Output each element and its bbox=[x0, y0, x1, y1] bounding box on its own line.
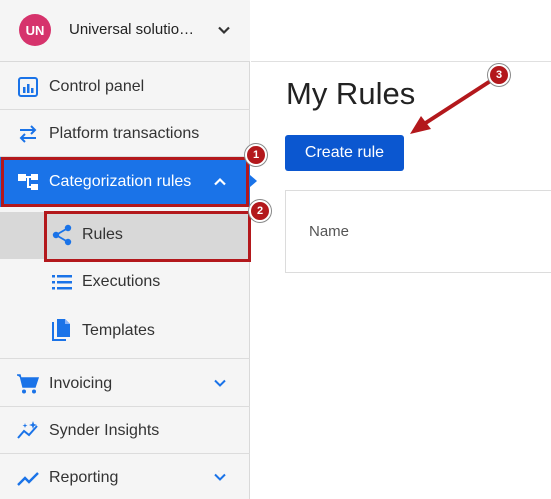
avatar: UN bbox=[19, 14, 51, 46]
documents-icon bbox=[50, 318, 74, 342]
chart-icon bbox=[16, 75, 40, 99]
sidebar-subitem-label: Executions bbox=[82, 273, 161, 290]
chevron-down-icon bbox=[214, 379, 226, 387]
organization-switcher[interactable]: UN Universal solutio… bbox=[0, 0, 250, 62]
annotation-badge-1: 1 bbox=[245, 144, 267, 166]
sidebar-item-reporting[interactable]: Reporting bbox=[0, 454, 250, 499]
cart-icon bbox=[16, 372, 40, 396]
page-title: My Rules bbox=[286, 76, 416, 111]
chevron-down-icon bbox=[218, 26, 230, 35]
active-pointer-icon bbox=[250, 175, 257, 187]
annotation-highlight-rules bbox=[44, 211, 251, 262]
sidebar-item-label: Invoicing bbox=[49, 375, 113, 392]
organization-name: Universal solutio… bbox=[69, 21, 195, 38]
sidebar-item-control-panel[interactable]: Control panel bbox=[0, 63, 250, 110]
sidebar-item-invoicing[interactable]: Invoicing bbox=[0, 360, 250, 407]
sidebar-item-label: Control panel bbox=[49, 78, 145, 95]
swap-arrows-icon bbox=[16, 122, 40, 146]
annotation-highlight-categorization bbox=[1, 157, 249, 207]
table-header-name[interactable]: Name bbox=[309, 223, 349, 240]
chevron-down-icon bbox=[214, 473, 226, 481]
sidebar-item-platform-transactions[interactable]: Platform transactions bbox=[0, 110, 250, 157]
sidebar-subitem-executions[interactable]: Executions bbox=[0, 259, 250, 306]
top-bar bbox=[251, 0, 551, 62]
list-icon bbox=[50, 270, 74, 294]
insights-sparkle-icon bbox=[16, 419, 40, 443]
trend-up-icon bbox=[16, 466, 40, 490]
annotation-badge-3: 3 bbox=[488, 64, 510, 86]
sidebar-item-label: Reporting bbox=[49, 469, 119, 486]
create-rule-button[interactable]: Create rule bbox=[285, 135, 404, 171]
annotation-badge-2: 2 bbox=[249, 200, 271, 222]
sidebar-item-synder-insights[interactable]: Synder Insights bbox=[0, 407, 250, 454]
rules-table: Name bbox=[285, 190, 551, 273]
sidebar-subitem-label: Templates bbox=[82, 322, 155, 339]
sidebar-item-label: Platform transactions bbox=[49, 125, 200, 142]
sidebar-subitem-templates[interactable]: Templates bbox=[0, 306, 250, 359]
sidebar-item-label: Synder Insights bbox=[49, 422, 160, 439]
